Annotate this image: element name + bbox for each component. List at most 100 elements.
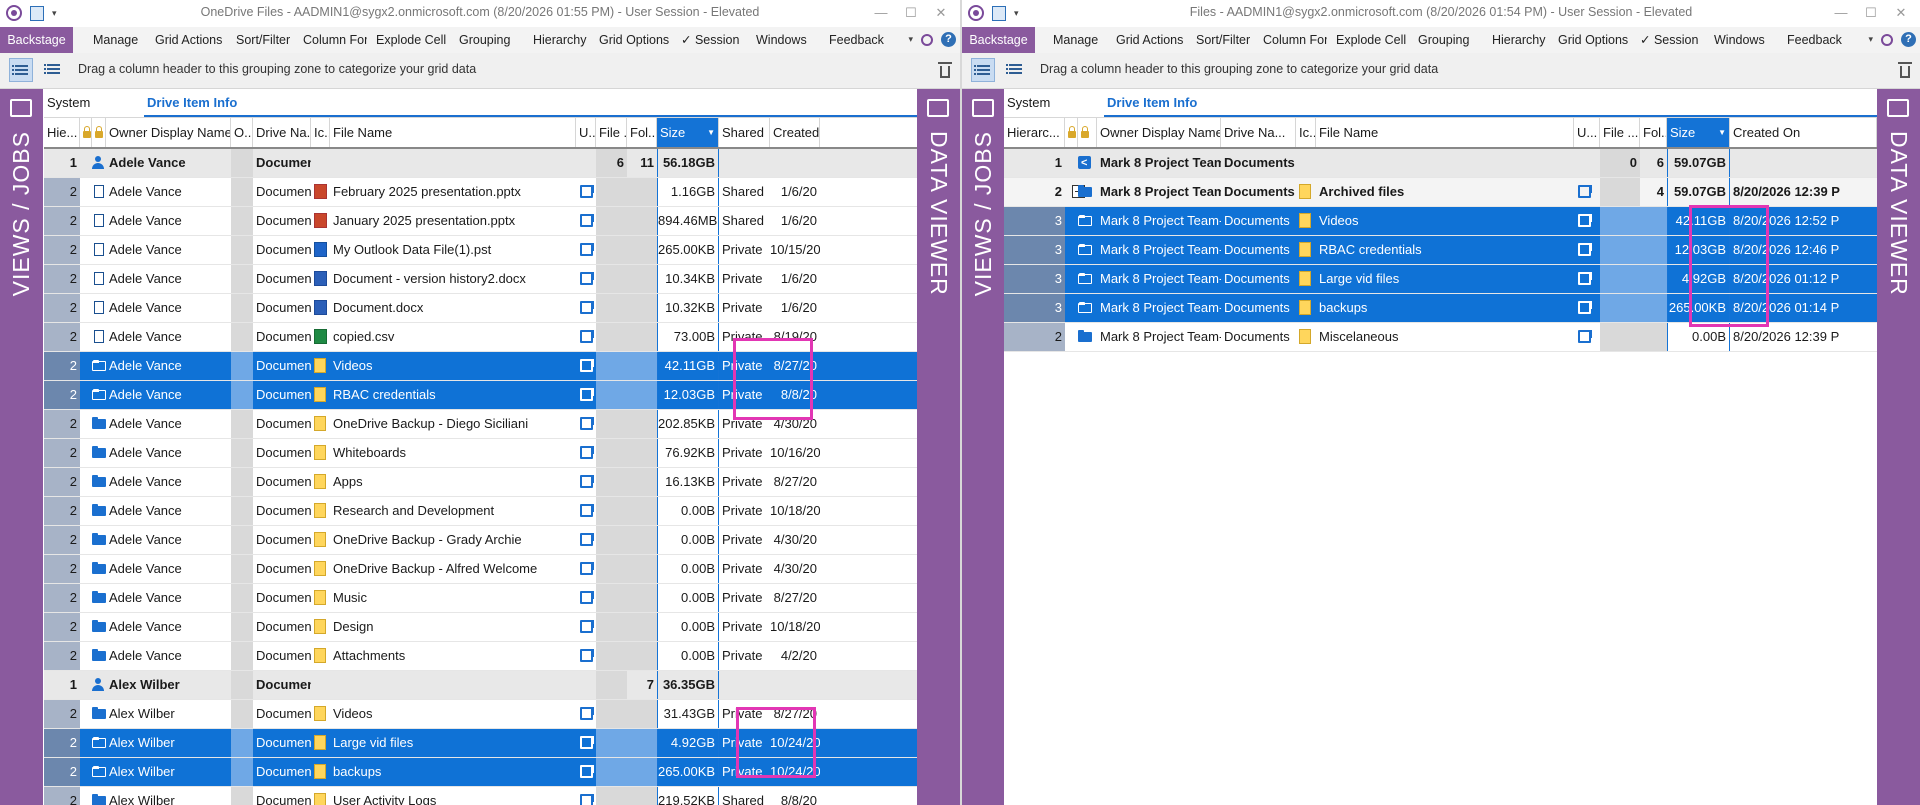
- column-header-lock2[interactable]: [1078, 118, 1097, 147]
- open-url-cell[interactable]: [1574, 178, 1600, 206]
- menu-grid-actions[interactable]: Grid Actions: [155, 27, 222, 53]
- list-view-button[interactable]: [1004, 58, 1028, 82]
- theme-icon[interactable]: [1881, 33, 1893, 46]
- trash-icon[interactable]: [938, 62, 952, 78]
- file-name-cell[interactable]: OneDrive Backup - Grady Archie: [330, 526, 576, 554]
- file-name-cell[interactable]: [330, 149, 576, 177]
- file-name-cell[interactable]: February 2025 presentation.pptx: [330, 178, 576, 206]
- file-name-cell[interactable]: Videos: [1316, 207, 1574, 235]
- open-url-cell[interactable]: [576, 497, 596, 525]
- file-name-cell[interactable]: User Activity Logs: [330, 787, 576, 805]
- file-name-cell[interactable]: Videos: [330, 700, 576, 728]
- table-row[interactable]: 2 Adele Vance Documents Videos 42.11GBPrivat…: [44, 352, 917, 381]
- file-name-cell[interactable]: [1316, 149, 1574, 177]
- menu-manage[interactable]: Manage: [93, 27, 138, 53]
- menu-hierarchy[interactable]: Hierarchy: [1492, 27, 1546, 53]
- open-link-icon[interactable]: [580, 504, 594, 517]
- open-url-cell[interactable]: [576, 787, 596, 805]
- menu-windows[interactable]: Windows: [756, 27, 807, 53]
- file-name-cell[interactable]: backups: [330, 758, 576, 786]
- open-url-cell[interactable]: [576, 729, 596, 757]
- open-link-icon[interactable]: [580, 417, 594, 430]
- table-row[interactable]: 3 Mark 8 Project Team- Documents Large vid …: [1004, 265, 1877, 294]
- file-name-cell[interactable]: OneDrive Backup - Alfred Welcome: [330, 555, 576, 583]
- close-icon[interactable]: ✕: [1886, 2, 1916, 24]
- grid-view-button[interactable]: [9, 58, 33, 82]
- table-row[interactable]: 2 Mark 8 Project Team- Documents Miscelaneo…: [1004, 323, 1877, 352]
- column-header-hier[interactable]: Hie...: [44, 118, 80, 147]
- trash-icon[interactable]: [1898, 62, 1912, 78]
- open-link-icon[interactable]: [580, 272, 594, 285]
- file-name-cell[interactable]: Miscelaneous: [1316, 323, 1574, 351]
- column-header-created[interactable]: Created: [770, 118, 820, 147]
- column-header-u[interactable]: U...: [576, 118, 596, 147]
- group-row[interactable]: 1 Adele Vance Documents 6 1156.18GB: [44, 149, 917, 178]
- file-name-cell[interactable]: Research and Development: [330, 497, 576, 525]
- theme-icon[interactable]: [921, 33, 933, 46]
- menu-sort-filter[interactable]: Sort/Filter: [236, 27, 290, 53]
- open-link-icon[interactable]: [580, 765, 594, 778]
- open-url-cell[interactable]: [576, 439, 596, 467]
- open-url-cell[interactable]: [576, 207, 596, 235]
- open-link-icon[interactable]: [580, 301, 594, 314]
- table-row[interactable]: 2 Adele Vance Documents OneDrive Backup - G…: [44, 526, 917, 555]
- file-name-cell[interactable]: Document.docx: [330, 294, 576, 322]
- open-url-cell[interactable]: [576, 584, 596, 612]
- help-icon[interactable]: ?: [941, 32, 956, 47]
- open-url-cell[interactable]: [576, 758, 596, 786]
- file-name-cell[interactable]: My Outlook Data File(1).pst: [330, 236, 576, 264]
- table-row[interactable]: 3 Mark 8 Project Team- Documents Videos 42.1…: [1004, 207, 1877, 236]
- table-row[interactable]: 2 Adele Vance Documents copied.csv 73.00BPri…: [44, 323, 917, 352]
- table-row[interactable]: 2 Adele Vance Documents OneDrive Backup - D…: [44, 410, 917, 439]
- open-link-icon[interactable]: [1578, 330, 1592, 343]
- table-row[interactable]: 2 Adele Vance Documents Document - version …: [44, 265, 917, 294]
- ribbon-caret-icon[interactable]: ▾: [1868, 34, 1873, 45]
- open-link-icon[interactable]: [580, 649, 594, 662]
- open-link-icon[interactable]: [580, 620, 594, 633]
- file-name-cell[interactable]: January 2025 presentation.pptx: [330, 207, 576, 235]
- open-url-cell[interactable]: [576, 352, 596, 380]
- ribbon-caret-icon[interactable]: ▾: [908, 34, 913, 45]
- open-link-icon[interactable]: [580, 736, 594, 749]
- column-header-icon[interactable]: Ic...: [311, 118, 330, 147]
- column-header-lock[interactable]: [80, 118, 92, 147]
- menu-column-format[interactable]: Column Forr: [303, 27, 367, 53]
- open-url-cell[interactable]: [576, 381, 596, 409]
- column-header-lock[interactable]: [1065, 118, 1078, 147]
- open-link-icon[interactable]: [580, 794, 594, 805]
- file-name-cell[interactable]: Apps: [330, 468, 576, 496]
- column-header-folders[interactable]: Fol...: [1640, 118, 1667, 147]
- open-url-cell[interactable]: [1574, 149, 1600, 177]
- open-url-cell[interactable]: [576, 671, 596, 699]
- open-url-cell[interactable]: [576, 642, 596, 670]
- table-row[interactable]: 2 Adele Vance Documents Music 0.00BPrivate 8/…: [44, 584, 917, 613]
- column-header-o[interactable]: O...: [231, 118, 253, 147]
- open-link-icon[interactable]: [1578, 185, 1592, 198]
- minimize-icon[interactable]: —: [1826, 2, 1856, 24]
- file-name-cell[interactable]: Videos: [330, 352, 576, 380]
- file-name-cell[interactable]: RBAC credentials: [1316, 236, 1574, 264]
- group-row[interactable]: 1 Mark 8 Project TeamDocuments 0 659.07GB: [1004, 149, 1877, 178]
- file-name-cell[interactable]: Attachments: [330, 642, 576, 670]
- band-system[interactable]: System: [1004, 89, 1104, 117]
- maximize-icon[interactable]: ☐: [896, 2, 926, 24]
- file-name-cell[interactable]: Archived files: [1316, 178, 1574, 206]
- grouping-zone[interactable]: Drag a column header to this grouping zo…: [1040, 53, 1438, 86]
- column-header-size[interactable]: Size: [657, 118, 719, 147]
- table-row[interactable]: 2 Adele Vance Documents Whiteboards 76.92KBP…: [44, 439, 917, 468]
- table-row[interactable]: 3 Mark 8 Project Team- Documents backups 265…: [1004, 294, 1877, 323]
- menu-grid-options[interactable]: Grid Options: [1558, 27, 1628, 53]
- table-row[interactable]: 2 Adele Vance Documents My Outlook Data Fil…: [44, 236, 917, 265]
- menu-feedback[interactable]: Feedback: [1787, 27, 1842, 53]
- maximize-icon[interactable]: ☐: [1856, 2, 1886, 24]
- open-link-icon[interactable]: [580, 707, 594, 720]
- file-name-cell[interactable]: Design: [330, 613, 576, 641]
- data-viewer-panel[interactable]: DATA VIEWER: [1877, 89, 1920, 805]
- file-name-cell[interactable]: Music: [330, 584, 576, 612]
- column-header-files[interactable]: File ...: [596, 118, 627, 147]
- table-row[interactable]: 2 Alex Wilber Documents Large vid files 4.92…: [44, 729, 917, 758]
- group-row[interactable]: 1 Alex Wilber Documents 736.35GB: [44, 671, 917, 700]
- menu-grouping[interactable]: Grouping: [1418, 27, 1469, 53]
- menu-session[interactable]: ✓ Session: [1640, 27, 1698, 53]
- column-header-folders[interactable]: Fol...: [627, 118, 657, 147]
